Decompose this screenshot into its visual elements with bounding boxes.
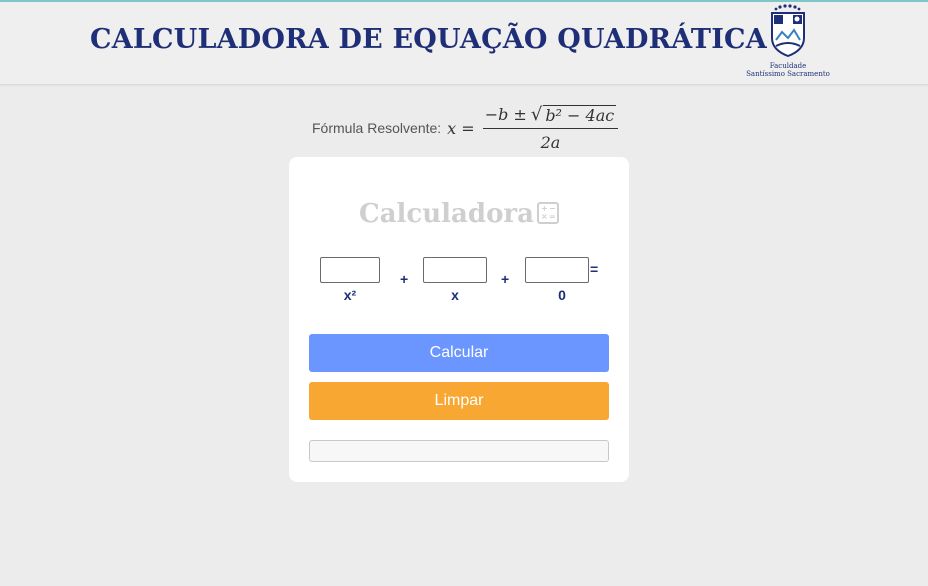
formula-math: x = −b ± √ b² − 4ac 2a: [447, 104, 619, 152]
square-root-icon: √: [530, 104, 543, 125]
faculdade-logo: Faculdade Santíssimo Sacramento: [746, 4, 830, 80]
coefficient-c-input[interactable]: [525, 257, 589, 283]
equals-sign: =: [590, 261, 599, 277]
calculator-title-text: Calculadora: [359, 199, 534, 229]
formula-numerator: −b ± √ b² − 4ac: [482, 104, 619, 129]
coefficient-a-label: x²: [343, 287, 357, 303]
faculdade-logo-icon: [771, 4, 805, 58]
calculate-button[interactable]: Calcular: [309, 334, 609, 372]
coefficient-b-label: x: [451, 287, 459, 303]
formula-radicand: b² − 4ac: [543, 104, 617, 125]
plus-sign-1: +: [400, 271, 409, 287]
quadratic-formula: Fórmula Resolvente: x = −b ± √ b² − 4ac …: [312, 104, 619, 152]
clear-button[interactable]: Limpar: [309, 382, 609, 420]
calculator-icon: + − × =: [536, 202, 559, 224]
logo-caption-line1: Faculdade: [769, 62, 807, 70]
formula-lhs: x =: [447, 118, 475, 138]
result-output: [309, 440, 609, 462]
coefficient-b-input[interactable]: [423, 257, 487, 283]
formula-label: Fórmula Resolvente:: [312, 120, 442, 136]
coefficient-c-label: 0: [558, 287, 566, 303]
page-title: CALCULADORA DE EQUAÇÃO QUADRÁTICA: [90, 24, 767, 55]
calculator-card: Calculadora + − × = x² + x + 0 = Calcular Li…: [289, 157, 629, 482]
formula-fraction: −b ± √ b² − 4ac 2a: [482, 104, 619, 152]
calculator-title: Calculadora + − × =: [289, 199, 629, 229]
formula-numerator-prefix: −b ±: [484, 105, 527, 124]
logo-caption-line2: Santíssimo Sacramento: [746, 70, 830, 78]
formula-denominator: 2a: [540, 133, 561, 152]
page-header: CALCULADORA DE EQUAÇÃO QUADRÁTICA Faculd…: [0, 2, 928, 85]
plus-sign-2: +: [501, 271, 510, 287]
coefficient-a-input[interactable]: [320, 257, 380, 283]
